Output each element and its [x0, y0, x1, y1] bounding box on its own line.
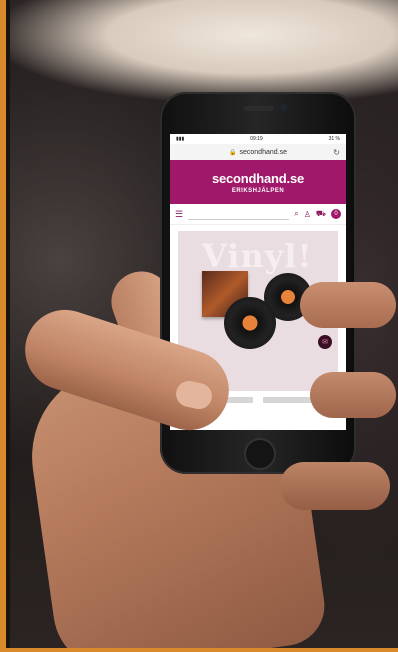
phone-earpiece: [244, 106, 274, 111]
hand-finger: [280, 462, 390, 510]
hero-title: Vinyl!: [202, 237, 313, 275]
left-dark-border: [6, 0, 10, 652]
status-battery: 31 %: [328, 136, 340, 142]
status-bar: ▮▮▮ 09:19 31 %: [170, 134, 346, 144]
status-time: 09:19: [250, 136, 263, 142]
address-bar[interactable]: 🔒 secondhand.se ↻: [170, 144, 346, 160]
user-icon[interactable]: ♙: [304, 210, 311, 219]
menu-icon[interactable]: ☰: [175, 209, 183, 220]
bottom-accent-border: [0, 648, 398, 652]
reload-icon[interactable]: ↻: [333, 148, 340, 157]
site-nav: ☰ ⌕ ♙ ⛟ 0: [170, 204, 346, 225]
chat-icon[interactable]: ✉: [318, 335, 332, 349]
cart-count-badge: 0: [331, 209, 341, 219]
photo: ▮▮▮ 09:19 31 % 🔒 secondhand.se ↻ secondh…: [0, 0, 398, 652]
cart-icon[interactable]: ⛟: [316, 209, 326, 219]
lock-icon: 🔒: [229, 149, 237, 156]
search-icon[interactable]: ⌕: [294, 209, 298, 219]
url-text: secondhand.se: [239, 148, 287, 156]
hand-finger: [310, 372, 396, 418]
vinyl-record-image: [224, 297, 276, 349]
site-header: secondhand.se ERIKSHJÄLPEN: [170, 160, 346, 204]
site-sublogo: ERIKSHJÄLPEN: [231, 187, 285, 194]
status-signal-icon: ▮▮▮: [176, 136, 185, 142]
search-input[interactable]: [188, 209, 290, 220]
hand-finger: [300, 282, 396, 328]
phone-camera: [280, 104, 287, 111]
home-button: [244, 438, 276, 470]
site-logo[interactable]: secondhand.se: [212, 171, 304, 186]
